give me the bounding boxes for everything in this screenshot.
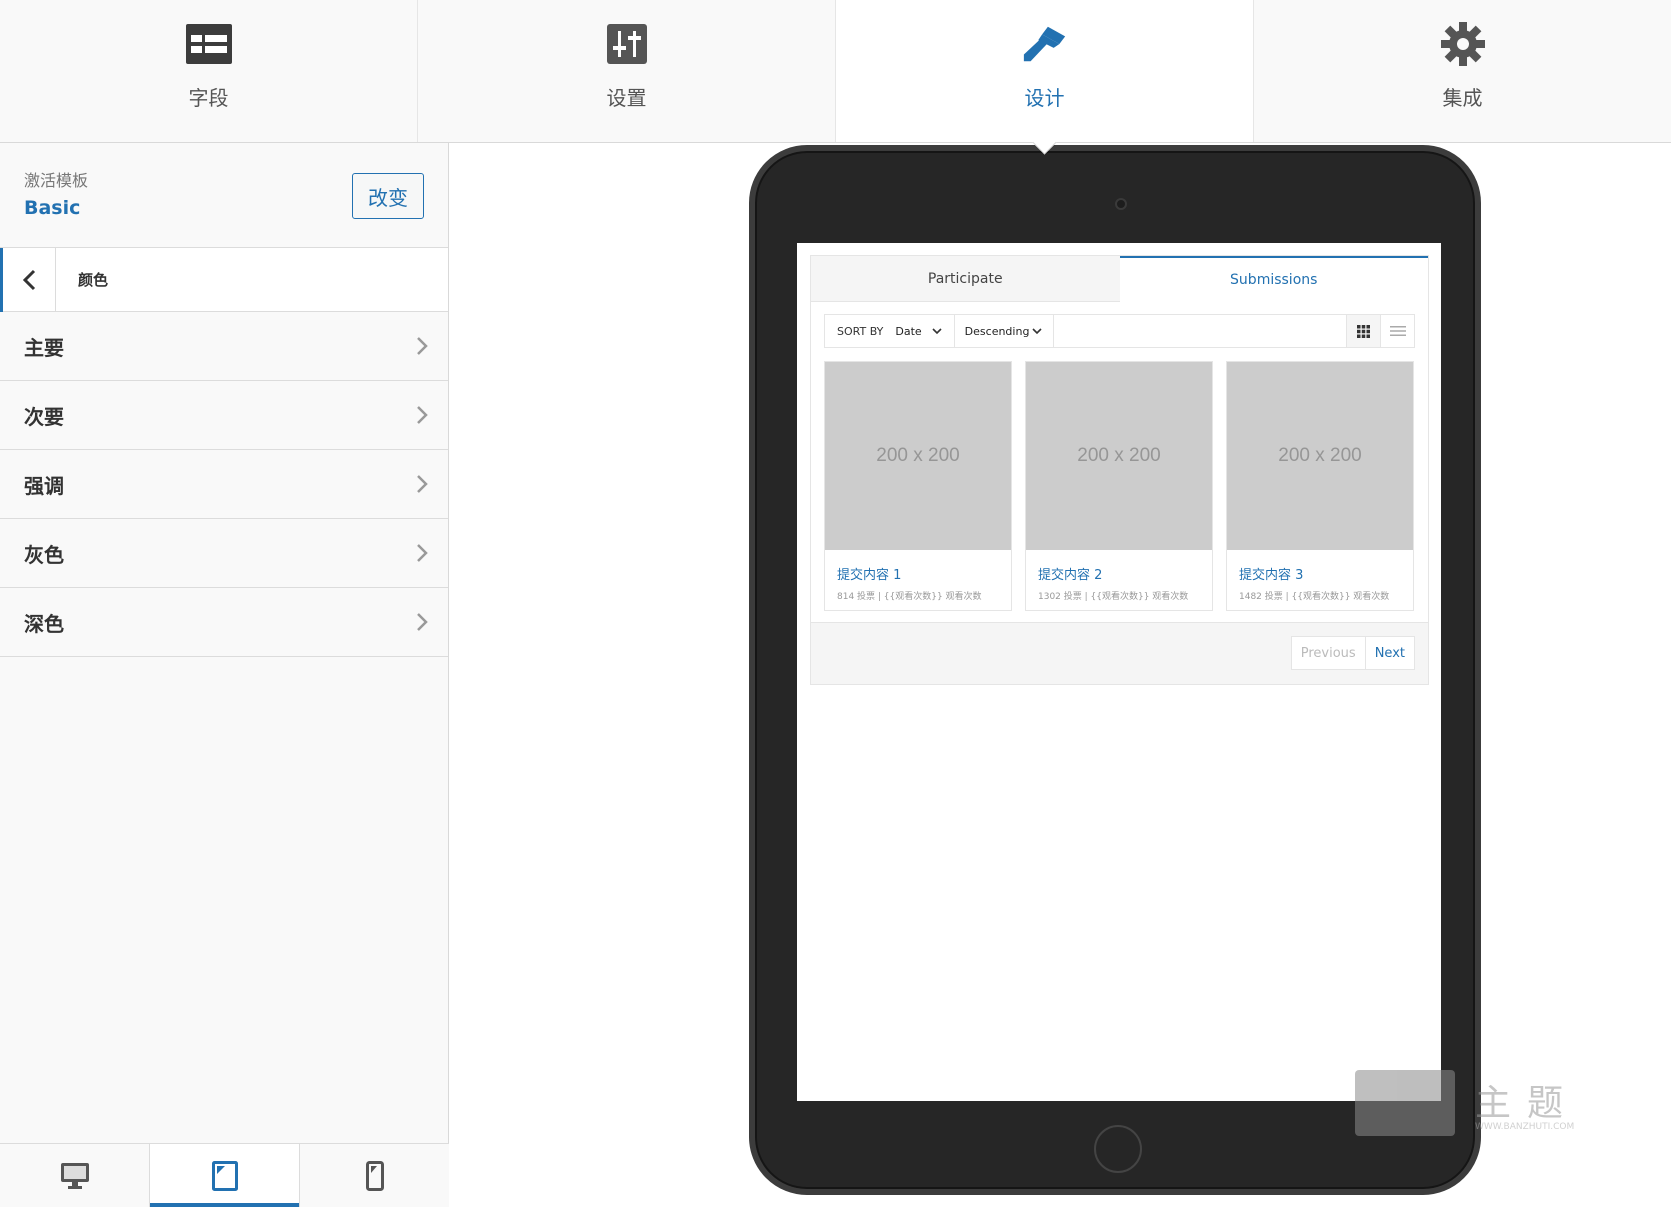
card-title[interactable]: 提交内容 1 [837, 564, 1011, 583]
tab-label: 设计 [1024, 86, 1065, 110]
chevron-right-icon [417, 613, 428, 631]
color-item-dark[interactable]: 深色 [0, 588, 448, 657]
sort-toolbar: SORT BY Date Descending [824, 314, 1415, 348]
sliders-icon [603, 20, 651, 68]
color-item-label: 灰色 [24, 542, 64, 567]
chevron-left-icon [22, 269, 36, 290]
sort-field-select[interactable]: Date [895, 315, 953, 347]
card-meta: 1482 投票 | {{观看次数}} 观看次数 [1239, 592, 1390, 602]
device-mobile-button[interactable] [300, 1144, 449, 1207]
chevron-right-icon [417, 544, 428, 562]
sort-by-label: SORT BY [837, 324, 884, 338]
section-title: 颜色 [78, 271, 109, 289]
color-item-accent[interactable]: 强调 [0, 450, 448, 519]
pagination: Previous Next [811, 622, 1428, 684]
color-item-gray[interactable]: 灰色 [0, 519, 448, 588]
color-item-label: 强调 [24, 473, 64, 498]
device-desktop-button[interactable] [0, 1144, 150, 1207]
card-thumbnail: 200 x 200 [825, 362, 1011, 550]
submission-card[interactable]: 200 x 200 提交内容 1 814 投票 | {{观看次数}} 观看次数 [824, 361, 1012, 611]
card-title[interactable]: 提交内容 3 [1239, 564, 1413, 583]
mobile-icon [365, 1160, 384, 1191]
chevron-right-icon [417, 406, 428, 424]
card-thumbnail: 200 x 200 [1026, 362, 1212, 550]
submission-cards: 200 x 200 提交内容 1 814 投票 | {{观看次数}} 观看次数 … [824, 361, 1415, 611]
card-title[interactable]: 提交内容 2 [1038, 564, 1212, 583]
card-meta: 814 投票 | {{观看次数}} 观看次数 [837, 592, 982, 602]
device-switcher [0, 1143, 449, 1207]
chevron-right-icon [417, 337, 428, 355]
device-tablet-button[interactable] [150, 1144, 300, 1207]
camera-icon [1115, 198, 1127, 210]
color-item-label: 次要 [24, 404, 64, 429]
watermark-text: 主题 [1475, 1083, 1580, 1124]
submission-card[interactable]: 200 x 200 提交内容 3 1482 投票 | {{观看次数}} 观看次数 [1226, 361, 1414, 611]
grid-icon [1357, 324, 1370, 338]
color-item-primary[interactable]: 主要 [0, 312, 448, 381]
tablet-icon [211, 1160, 238, 1191]
watermark: 主题 WWW.BANZHUTI.COM [1355, 1070, 1585, 1136]
grid-view-button[interactable] [1346, 315, 1380, 347]
top-tab-bar: 字段 设置 设计 集成 [0, 0, 1671, 143]
chevron-down-icon [1032, 328, 1042, 335]
tab-integrations[interactable]: 集成 [1254, 0, 1671, 142]
gear-icon [1439, 20, 1487, 68]
tab-settings[interactable]: 设置 [418, 0, 836, 142]
tab-label: 设置 [606, 86, 647, 110]
paintbrush-icon [1021, 20, 1069, 68]
watermark-url: WWW.BANZHUTI.COM [1475, 1122, 1575, 1132]
card-thumbnail: 200 x 200 [1227, 362, 1413, 550]
tablet-frame: Participate Submissions SORT BY Date Des… [749, 145, 1481, 1195]
sort-field-value: Date [895, 324, 922, 338]
chevron-down-icon [932, 328, 942, 335]
list-view-button[interactable] [1380, 315, 1414, 347]
sort-order-select[interactable]: Descending [953, 315, 1055, 347]
tab-fields[interactable]: 字段 [0, 0, 418, 142]
contest-widget: Participate Submissions SORT BY Date Des… [810, 255, 1429, 685]
tab-label: 字段 [188, 86, 229, 110]
watermark-seal [1355, 1070, 1455, 1136]
chevron-right-icon [417, 475, 428, 493]
tab-label: 集成 [1442, 86, 1483, 110]
color-item-label: 主要 [24, 335, 64, 360]
preview-area: Participate Submissions SORT BY Date Des… [449, 143, 1671, 1207]
section-header: 颜色 [0, 247, 448, 312]
active-template-panel: 激活模板 Basic 改变 [0, 143, 448, 248]
back-button[interactable] [0, 247, 56, 312]
home-button-icon [1094, 1125, 1142, 1173]
card-meta: 1302 投票 | {{观看次数}} 观看次数 [1038, 592, 1189, 602]
color-item-label: 深色 [24, 611, 64, 636]
desktop-icon [60, 1162, 89, 1189]
tab-participate[interactable]: Participate [811, 256, 1120, 302]
next-button[interactable]: Next [1366, 637, 1414, 669]
sort-order-value: Descending [964, 324, 1030, 338]
submission-card[interactable]: 200 x 200 提交内容 2 1302 投票 | {{观看次数}} 观看次数 [1025, 361, 1213, 611]
fields-icon [185, 20, 233, 68]
pagination-buttons: Previous Next [1290, 636, 1415, 670]
list-icon [1389, 326, 1406, 336]
color-item-secondary[interactable]: 次要 [0, 381, 448, 450]
sidebar: 激活模板 Basic 改变 颜色 主要 次要 强调 灰色 深色 [0, 143, 449, 1207]
contest-tabs: Participate Submissions [811, 256, 1428, 302]
tab-submissions[interactable]: Submissions [1119, 256, 1428, 302]
tab-design[interactable]: 设计 [836, 0, 1254, 142]
tablet-screen: Participate Submissions SORT BY Date Des… [797, 243, 1441, 1101]
previous-button[interactable]: Previous [1292, 637, 1366, 669]
change-template-button[interactable]: 改变 [352, 173, 424, 219]
